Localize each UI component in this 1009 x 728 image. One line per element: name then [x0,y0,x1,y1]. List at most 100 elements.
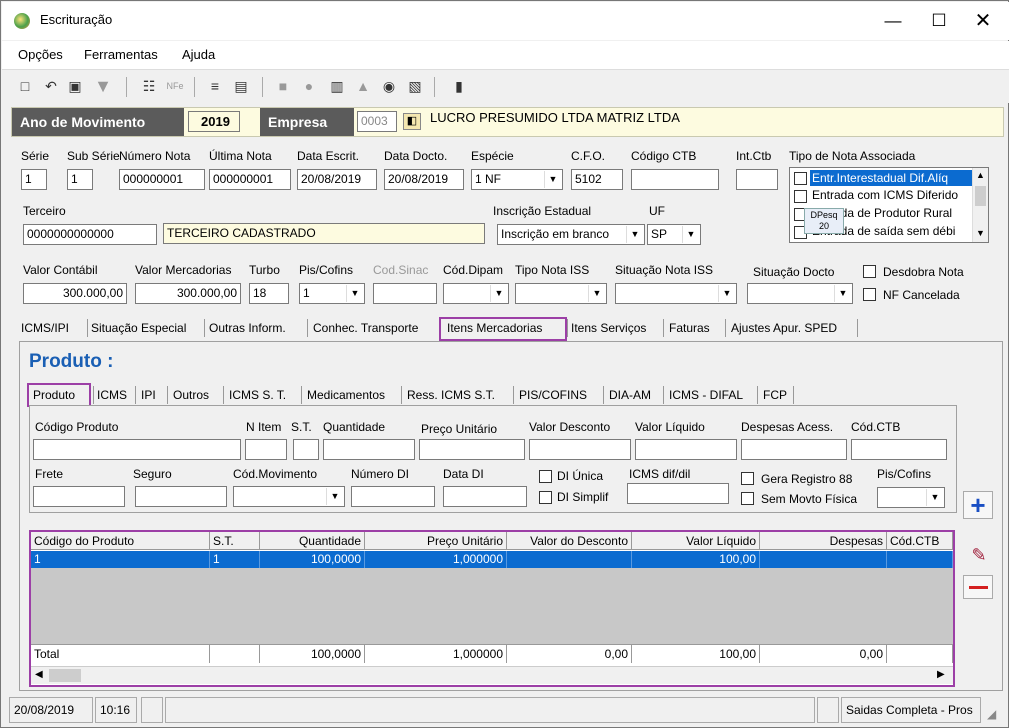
chevron-down-icon[interactable]: ▼ [718,285,735,302]
add-item-button[interactable]: + [963,491,993,519]
desconto-field[interactable] [529,439,631,460]
hscroll-thumb[interactable] [49,669,81,682]
tab-conhec-transporte[interactable]: Conhec. Transporte [313,321,418,335]
valor-merc-field[interactable]: 300.000,00 [135,283,241,304]
exit-door-icon[interactable]: ▮ [450,77,468,95]
menu-opcoes[interactable]: Opções [18,47,63,62]
maximize-icon[interactable]: ☐ [916,2,962,40]
codigo-ctb-field[interactable] [631,169,719,190]
scroll-right-icon[interactable]: ▶ [937,669,945,680]
grid-cell-quantidade[interactable]: 100,0000 [260,551,365,568]
codctb-field[interactable] [851,439,947,460]
grid-header-desconto[interactable]: Valor do Desconto [507,532,632,550]
subtab-medicamentos[interactable]: Medicamentos [307,388,385,402]
scroll-up-icon[interactable]: ▲ [976,170,985,180]
undo-icon[interactable]: ↶ [42,77,60,95]
uf-select[interactable]: SP ▼ [647,224,701,245]
tree-icon[interactable]: ≡ [206,77,224,95]
chevron-down-icon[interactable]: ▼ [626,226,643,243]
data-docto-field[interactable]: 20/08/2019 [384,169,464,190]
nitem-field[interactable] [245,439,287,460]
terceiro-name-field[interactable]: TERCEIRO CADASTRADO [163,223,485,244]
grid-header-quantidade[interactable]: Quantidade [260,532,365,550]
subtab-ipi[interactable]: IPI [141,388,156,402]
menu-ferramentas[interactable]: Ferramentas [84,47,158,62]
datadi-field[interactable] [443,486,527,507]
tipo-nota-checkbox-1[interactable] [794,190,807,203]
grid-cell-liquido[interactable]: 100,00 [632,551,760,568]
chevron-down-icon[interactable]: ▼ [346,285,363,302]
di-unica-checkbox[interactable] [539,470,552,483]
grid-cell-preco[interactable]: 1,000000 [365,551,507,568]
resize-grip-icon[interactable]: ◢ [987,707,996,721]
seguro-field[interactable] [135,486,227,507]
nfe-icon[interactable]: NFe [166,77,184,95]
tab-icms-ipi[interactable]: ICMS/IPI [21,321,69,335]
close-icon[interactable]: ✕ [960,2,1006,40]
empresa-code-field[interactable]: 0003 [357,111,397,132]
icms-difdil-field[interactable] [627,483,729,504]
cib-icon[interactable]: ◉ [380,77,398,95]
codigo-produto-field[interactable] [33,439,241,460]
subtab-icms-st[interactable]: ICMS S. T. [229,388,286,402]
tipo-nota-list[interactable]: Entr.Interestadual Dif.Alíq Entrada com … [789,167,989,243]
grid-cell-st[interactable]: 1 [210,551,260,568]
chevron-down-icon[interactable]: ▼ [544,171,561,188]
dpesq-calendar-icon[interactable]: DPesq 20 [804,208,844,234]
save-icon[interactable]: ▣ [66,77,84,95]
open-folder-icon[interactable]: ◧ [403,113,421,130]
pis-select[interactable]: 1 ▼ [299,283,365,304]
chevron-down-icon[interactable]: ▼ [834,285,851,302]
grid-header-codigo[interactable]: Código do Produto [31,532,210,550]
scroll-left-icon[interactable]: ◀ [35,669,43,680]
tab-ajustes-sped[interactable]: Ajustes Apur. SPED [731,321,837,335]
grid-cell-desconto[interactable] [507,551,632,568]
st-field[interactable] [293,439,319,460]
chevron-down-icon[interactable]: ▼ [926,489,943,506]
terceiro-code-field[interactable]: 0000000000000 [23,224,157,245]
chevron-down-icon[interactable]: ▼ [326,488,343,505]
grid-header-liquido[interactable]: Valor Líquido [632,532,760,550]
folder-icon[interactable]: ■ [274,77,292,95]
data-escrit-field[interactable]: 20/08/2019 [297,169,377,190]
subtab-pis-cofins[interactable]: PIS/COFINS [519,388,587,402]
piscofins-select[interactable]: ▼ [877,487,945,508]
cod-sinac-field[interactable] [373,283,437,304]
numero-field[interactable]: 000000001 [119,169,205,190]
cod-dipam-select[interactable]: ▼ [443,283,509,304]
document-stamp-icon[interactable]: ▥ [328,77,346,95]
serie-field[interactable]: 1 [21,169,47,190]
chevron-down-icon[interactable]: ▼ [682,226,699,243]
tab-faturas[interactable]: Faturas [669,321,710,335]
preco-field[interactable] [419,439,525,460]
ie-select[interactable]: Inscrição em branco ▼ [497,224,645,245]
calculator-icon[interactable]: ▤ [232,77,250,95]
tipo-nota-item-0[interactable]: Entr.Interestadual Dif.Alíq [810,170,972,186]
tipo-nota-scrollbar[interactable]: ▲ ▼ [972,168,988,242]
fruit-icon[interactable]: ● [300,77,318,95]
chevron-down-icon[interactable]: ▼ [588,285,605,302]
tab-itens-servicos[interactable]: Itens Serviços [571,321,646,335]
frete-field[interactable] [33,486,125,507]
tab-outras-inform[interactable]: Outras Inform. [209,321,286,335]
tipo-nota-checkbox-0[interactable] [794,172,807,185]
minimize-icon[interactable]: — [870,2,916,40]
chevron-down-icon[interactable]: ▼ [490,285,507,302]
ultima-field[interactable]: 000000001 [209,169,291,190]
numdi-field[interactable] [351,486,435,507]
subtab-dia-am[interactable]: DIA-AM [609,388,651,402]
subserie-field[interactable]: 1 [67,169,93,190]
sem-movto-checkbox[interactable] [741,492,754,505]
grid-cell-codctb[interactable] [887,551,953,568]
edit-item-button[interactable]: ✎ [965,543,993,567]
grid-header-despesas[interactable]: Despesas [760,532,887,550]
tipo-iss-select[interactable]: ▼ [515,283,607,304]
nf-cancelada-checkbox[interactable] [863,288,876,301]
subtab-outros[interactable]: Outros [173,388,209,402]
ano-field[interactable]: 2019 [188,111,240,132]
cfo-field[interactable]: 5102 [571,169,623,190]
sit-iss-select[interactable]: ▼ [615,283,737,304]
house-icon[interactable]: ▲ [354,77,372,95]
gera88-checkbox[interactable] [741,472,754,485]
grid-cell-codigo[interactable]: 1 [31,551,210,568]
